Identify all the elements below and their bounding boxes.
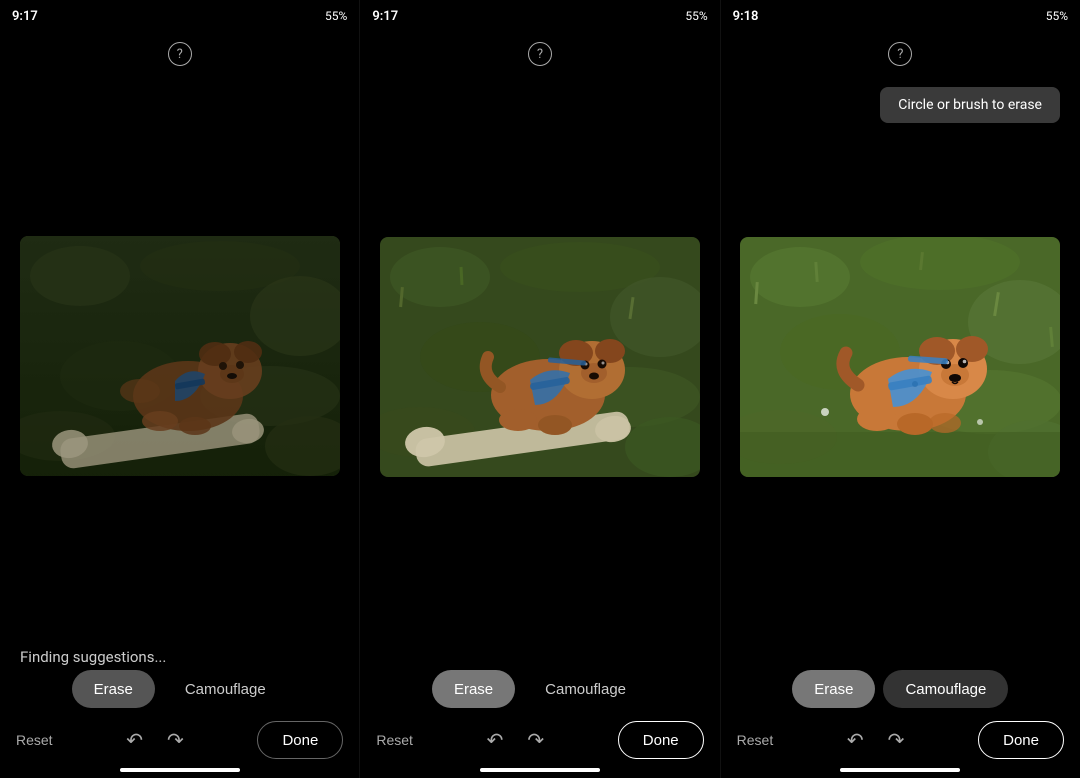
battery-2: 55% <box>685 9 707 23</box>
photo-frame-3 <box>740 237 1060 477</box>
done-button-2[interactable]: Done <box>618 721 704 759</box>
photo-wrapper-2 <box>360 72 719 642</box>
panels-container: ? <box>0 32 1080 778</box>
erase-button-1[interactable]: Erase <box>72 670 155 708</box>
panel-1-bottom: Finding suggestions... Erase Camouflage … <box>0 640 359 778</box>
erase-button-3[interactable]: Erase <box>792 670 875 708</box>
photo-frame-2 <box>380 237 700 477</box>
toolbar-icons-3: ↶ ↷ <box>847 728 905 753</box>
panel-2-bottom: Erase Camouflage Reset ↶ ↷ Done <box>360 642 719 778</box>
time-2: 9:17 <box>372 9 398 24</box>
panel-3-bottom: Erase Camouflage Reset ↶ ↷ Done <box>721 642 1080 778</box>
undo-button-1[interactable]: ↶ <box>126 728 143 753</box>
done-button-1[interactable]: Done <box>257 721 343 759</box>
camouflage-button-2[interactable]: Camouflage <box>523 670 648 708</box>
status-bars: 9:17 55% 9:17 55% 9:18 55% <box>0 0 1080 32</box>
done-button-3[interactable]: Done <box>978 721 1064 759</box>
panel-3: Circle or brush to erase ? <box>721 32 1080 778</box>
time-1: 9:17 <box>12 9 38 24</box>
suggestion-text-3 <box>721 642 741 670</box>
bottom-toolbar-2: Reset ↶ ↷ Done <box>360 714 719 766</box>
redo-button-3[interactable]: ↷ <box>888 728 905 753</box>
suggestion-text-1: Finding suggestions... <box>0 640 166 670</box>
undo-button-3[interactable]: ↶ <box>847 728 864 753</box>
panel-1: ? <box>0 32 360 778</box>
panel-2: ? <box>360 32 720 778</box>
home-bar-2 <box>480 768 600 772</box>
time-3: 9:18 <box>733 9 759 24</box>
help-icon-2[interactable]: ? <box>528 42 552 66</box>
home-bar-3 <box>840 768 960 772</box>
photo-frame-1 <box>20 236 340 476</box>
tooltip: Circle or brush to erase <box>880 87 1060 123</box>
reset-button-1[interactable]: Reset <box>16 732 53 748</box>
photo-wrapper-1 <box>0 72 359 640</box>
bottom-toolbar-3: Reset ↶ ↷ Done <box>721 714 1080 766</box>
status-bar-2: 9:17 55% <box>360 0 720 32</box>
reset-button-3[interactable]: Reset <box>737 732 774 748</box>
photo-3 <box>740 237 1060 477</box>
panel-3-help-area: ? <box>721 32 1080 72</box>
camouflage-button-3[interactable]: Camouflage <box>883 670 1008 708</box>
camouflage-button-1[interactable]: Camouflage <box>163 670 288 708</box>
home-indicator-2 <box>360 768 719 778</box>
toolbar-icons-1: ↶ ↷ <box>126 728 184 753</box>
panel-2-help-area: ? <box>360 32 719 72</box>
home-bar-1 <box>120 768 240 772</box>
erase-buttons-1: Erase Camouflage <box>72 670 288 708</box>
erase-buttons-3: Erase Camouflage <box>792 670 1008 708</box>
redo-button-2[interactable]: ↷ <box>527 728 544 753</box>
erase-button-2[interactable]: Erase <box>432 670 515 708</box>
home-indicator-1 <box>0 768 359 778</box>
status-bar-3: 9:18 55% <box>721 0 1080 32</box>
help-icon-1[interactable]: ? <box>168 42 192 66</box>
bottom-toolbar-1: Reset ↶ ↷ Done <box>0 714 359 766</box>
toolbar-icons-2: ↶ ↷ <box>487 728 545 753</box>
status-bar-1: 9:17 55% <box>0 0 360 32</box>
undo-button-2[interactable]: ↶ <box>487 728 504 753</box>
reset-button-2[interactable]: Reset <box>376 732 413 748</box>
photo-wrapper-3 <box>721 72 1080 642</box>
battery-1: 55% <box>325 9 347 23</box>
help-icon-3[interactable]: ? <box>888 42 912 66</box>
battery-3: 55% <box>1046 9 1068 23</box>
photo-2 <box>380 237 700 477</box>
suggestion-text-2 <box>360 642 380 670</box>
redo-button-1[interactable]: ↷ <box>167 728 184 753</box>
panel-1-help-area: ? <box>0 32 359 72</box>
erase-buttons-2: Erase Camouflage <box>432 670 648 708</box>
photo-1 <box>20 236 340 476</box>
home-indicator-3 <box>721 768 1080 778</box>
